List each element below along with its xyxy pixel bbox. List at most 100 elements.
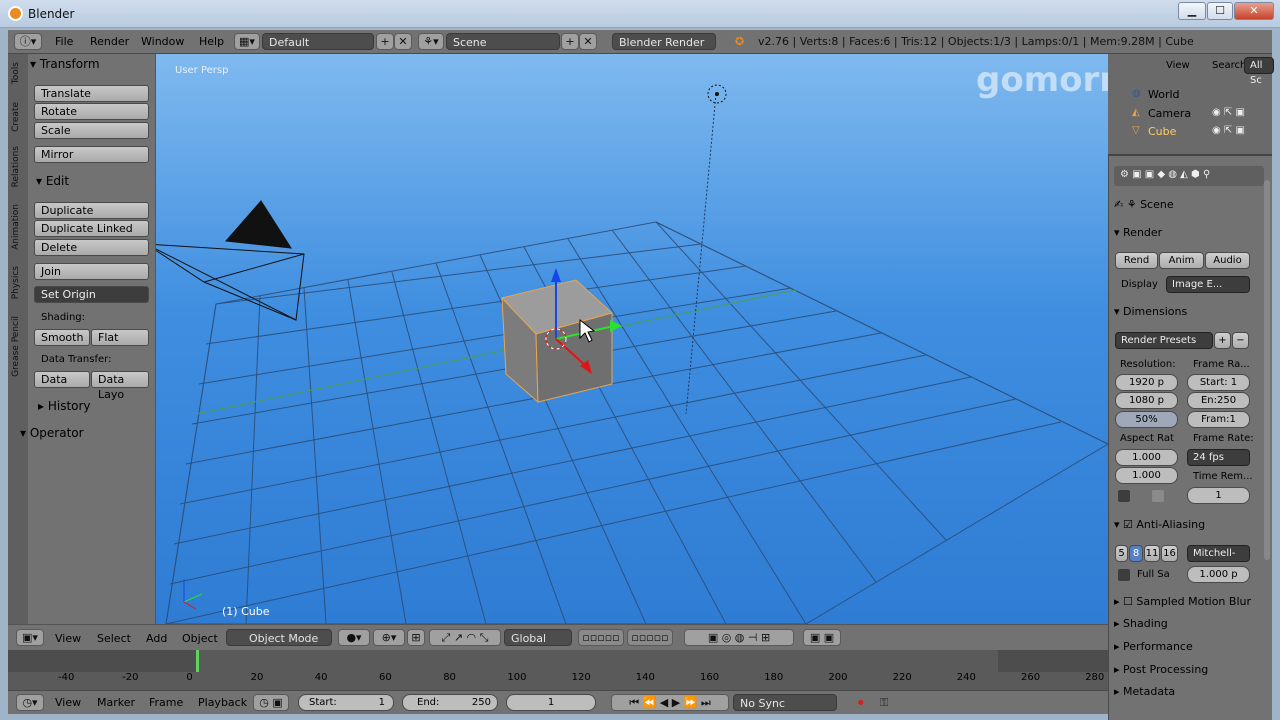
data-transfer-button[interactable]: Data (34, 371, 90, 388)
end-frame-field[interactable]: End: 250 (402, 694, 498, 711)
layers-grid-1[interactable]: ▫▫▫▫▫ (578, 629, 624, 646)
timeline[interactable]: -40 -20 0 20 40 60 80 100 120 140 160 180 200 220 240 2… (8, 650, 1108, 690)
manipulator-modes-icon[interactable]: ⤢ ↗ ◠ ⤡ (429, 629, 501, 646)
render-still-button[interactable]: Rend (1115, 252, 1158, 269)
menu-view[interactable]: View (55, 632, 81, 645)
properties-context-tabs[interactable]: ⚙ ▣ ▣ ◆ ◍ ◭ ⬢ ⚲ (1114, 166, 1264, 186)
aa-samples-11[interactable]: 11 (1144, 545, 1160, 562)
outliner-search-menu[interactable]: Search (1212, 60, 1246, 71)
maximize-button[interactable]: ☐ (1207, 2, 1233, 20)
snap-and-proportional-icons[interactable]: ▣ ◎ ◍ ⊣ ⊞ (684, 629, 794, 646)
editor-type-info-icon[interactable]: ⓘ▾ (14, 33, 42, 50)
add-layout-icon[interactable]: + (376, 33, 394, 50)
playback-controls-icon[interactable]: ⏮ ⏪ ◀ ▶ ⏩ ⏭ (611, 694, 729, 711)
start-frame-field[interactable]: Start: 1 (298, 694, 394, 711)
scene-icon[interactable]: ⚘▾ (418, 33, 444, 50)
outliner-view-menu[interactable]: View (1166, 60, 1190, 71)
remove-preset-button[interactable]: − (1232, 332, 1249, 349)
outliner-display-select[interactable]: All Sc (1244, 57, 1274, 86)
edit-panel-header[interactable]: ▾ Edit (36, 174, 69, 188)
sync-mode-select[interactable]: No Sync (733, 694, 837, 711)
menu-timeline-view[interactable]: View (55, 696, 81, 709)
smooth-button[interactable]: Smooth (34, 329, 90, 346)
frame-step-field[interactable]: Fram:1 (1187, 411, 1250, 428)
outliner-item-cube[interactable]: Cube (1148, 125, 1176, 138)
dimensions-panel-header[interactable]: ▾ Dimensions (1114, 305, 1187, 318)
render-anim-button[interactable]: Anim (1159, 252, 1204, 269)
keying-set-icon[interactable]: ⚿ (880, 696, 888, 710)
duplicate-linked-button[interactable]: Duplicate Linked (34, 220, 149, 237)
performance-panel-header[interactable]: ▸ Performance (1114, 640, 1193, 653)
manipulator-icon[interactable]: ⊞ (407, 629, 425, 646)
sampled-motion-blur-header[interactable]: ▸ ☐ Sampled Motion Blur (1114, 595, 1251, 608)
add-preset-button[interactable]: + (1214, 332, 1231, 349)
render-opengl-icons[interactable]: ▣ ▣ (803, 629, 841, 646)
aa-samples-8[interactable]: 8 (1129, 545, 1143, 562)
remove-layout-icon[interactable]: ✕ (394, 33, 412, 50)
current-frame-indicator[interactable] (196, 650, 199, 672)
mirror-button[interactable]: Mirror (34, 146, 149, 163)
resolution-y-field[interactable]: 1080 p (1115, 392, 1178, 409)
menu-playback[interactable]: Playback (198, 696, 247, 709)
tab-grease-pencil[interactable]: Grease Pencil (11, 316, 21, 377)
border-checkbox[interactable] (1118, 490, 1130, 502)
frame-rate-select[interactable]: 24 fps (1187, 449, 1250, 466)
outliner-item-world[interactable]: World (1148, 88, 1180, 101)
duplicate-button[interactable]: Duplicate (34, 202, 149, 219)
visibility-eye-icon[interactable]: ◉ ⇱ ▣ (1212, 125, 1245, 136)
record-icon[interactable]: ⏺ (858, 696, 864, 710)
outliner-item-camera[interactable]: Camera (1148, 107, 1191, 120)
close-button[interactable]: ✕ (1234, 2, 1274, 20)
display-select[interactable]: Image E... (1166, 276, 1250, 293)
scene-field[interactable]: Scene (446, 33, 560, 50)
menu-select[interactable]: Select (97, 632, 131, 645)
scale-button[interactable]: Scale (34, 122, 149, 139)
visibility-eye-icon[interactable]: ◉ ⇱ ▣ (1212, 107, 1245, 118)
minimize-button[interactable]: ▁ (1178, 2, 1206, 20)
aa-samples-5[interactable]: 5 (1115, 545, 1128, 562)
aspect-x-field[interactable]: 1.000 (1115, 449, 1178, 466)
filter-size-field[interactable]: 1.000 p (1187, 566, 1250, 583)
screen-layout-field[interactable]: Default (262, 33, 374, 50)
render-panel-header[interactable]: ▾ Render (1114, 226, 1162, 239)
menu-object[interactable]: Object (182, 632, 218, 645)
frame-start-field[interactable]: Start: 1 (1187, 374, 1250, 391)
join-button[interactable]: Join (34, 263, 149, 280)
menu-help[interactable]: Help (199, 35, 224, 48)
tab-relations[interactable]: Relations (11, 146, 21, 187)
menu-file[interactable]: File (55, 35, 73, 48)
editor-type-3d-icon[interactable]: ▣▾ (16, 629, 44, 646)
pivot-point-icon[interactable]: ⊕▾ (373, 629, 405, 646)
render-engine-select[interactable]: Blender Render (612, 33, 716, 50)
keying-icons[interactable]: ◷ ▣ (253, 694, 289, 711)
full-sample-checkbox[interactable] (1118, 569, 1130, 581)
rotate-button[interactable]: Rotate (34, 103, 149, 120)
render-audio-button[interactable]: Audio (1205, 252, 1250, 269)
shading-panel-header[interactable]: ▸ Shading (1114, 617, 1168, 630)
anti-aliasing-panel-header[interactable]: ▾ ☑ Anti-Aliasing (1114, 518, 1205, 531)
aa-samples-16[interactable]: 16 (1161, 545, 1178, 562)
tab-create[interactable]: Create (11, 102, 21, 132)
transform-panel-header[interactable]: ▾ Transform (30, 57, 100, 71)
translate-button[interactable]: Translate (34, 85, 149, 102)
remove-scene-icon[interactable]: ✕ (579, 33, 597, 50)
3d-viewport[interactable]: User Persp (1) Cube gomorr.tv (156, 54, 1108, 624)
tab-tools[interactable]: Tools (11, 62, 21, 84)
properties-scrollbar[interactable] (1264, 180, 1270, 560)
resolution-x-field[interactable]: 1920 p (1115, 374, 1178, 391)
render-presets-select[interactable]: Render Presets (1115, 332, 1213, 349)
frame-end-field[interactable]: En:250 (1187, 392, 1250, 409)
menu-render[interactable]: Render (90, 35, 129, 48)
set-origin-select[interactable]: Set Origin (34, 286, 149, 303)
history-panel-header[interactable]: ▸ History (38, 399, 91, 413)
menu-marker[interactable]: Marker (97, 696, 135, 709)
data-layout-button[interactable]: Data Layo (91, 371, 149, 401)
transform-orientation-select[interactable]: Global (504, 629, 572, 646)
menu-frame[interactable]: Frame (149, 696, 183, 709)
editor-type-timeline-icon[interactable]: ◷▾ (16, 694, 44, 711)
aa-filter-select[interactable]: Mitchell- (1187, 545, 1250, 562)
time-remap-field[interactable]: 1 (1187, 487, 1250, 504)
post-processing-panel-header[interactable]: ▸ Post Processing (1114, 663, 1208, 676)
tab-physics[interactable]: Physics (11, 266, 21, 299)
render-context-icon[interactable]: ⚙ ▣ ▣ ◆ ◍ ◭ ⬢ ⚲ (1120, 169, 1210, 180)
